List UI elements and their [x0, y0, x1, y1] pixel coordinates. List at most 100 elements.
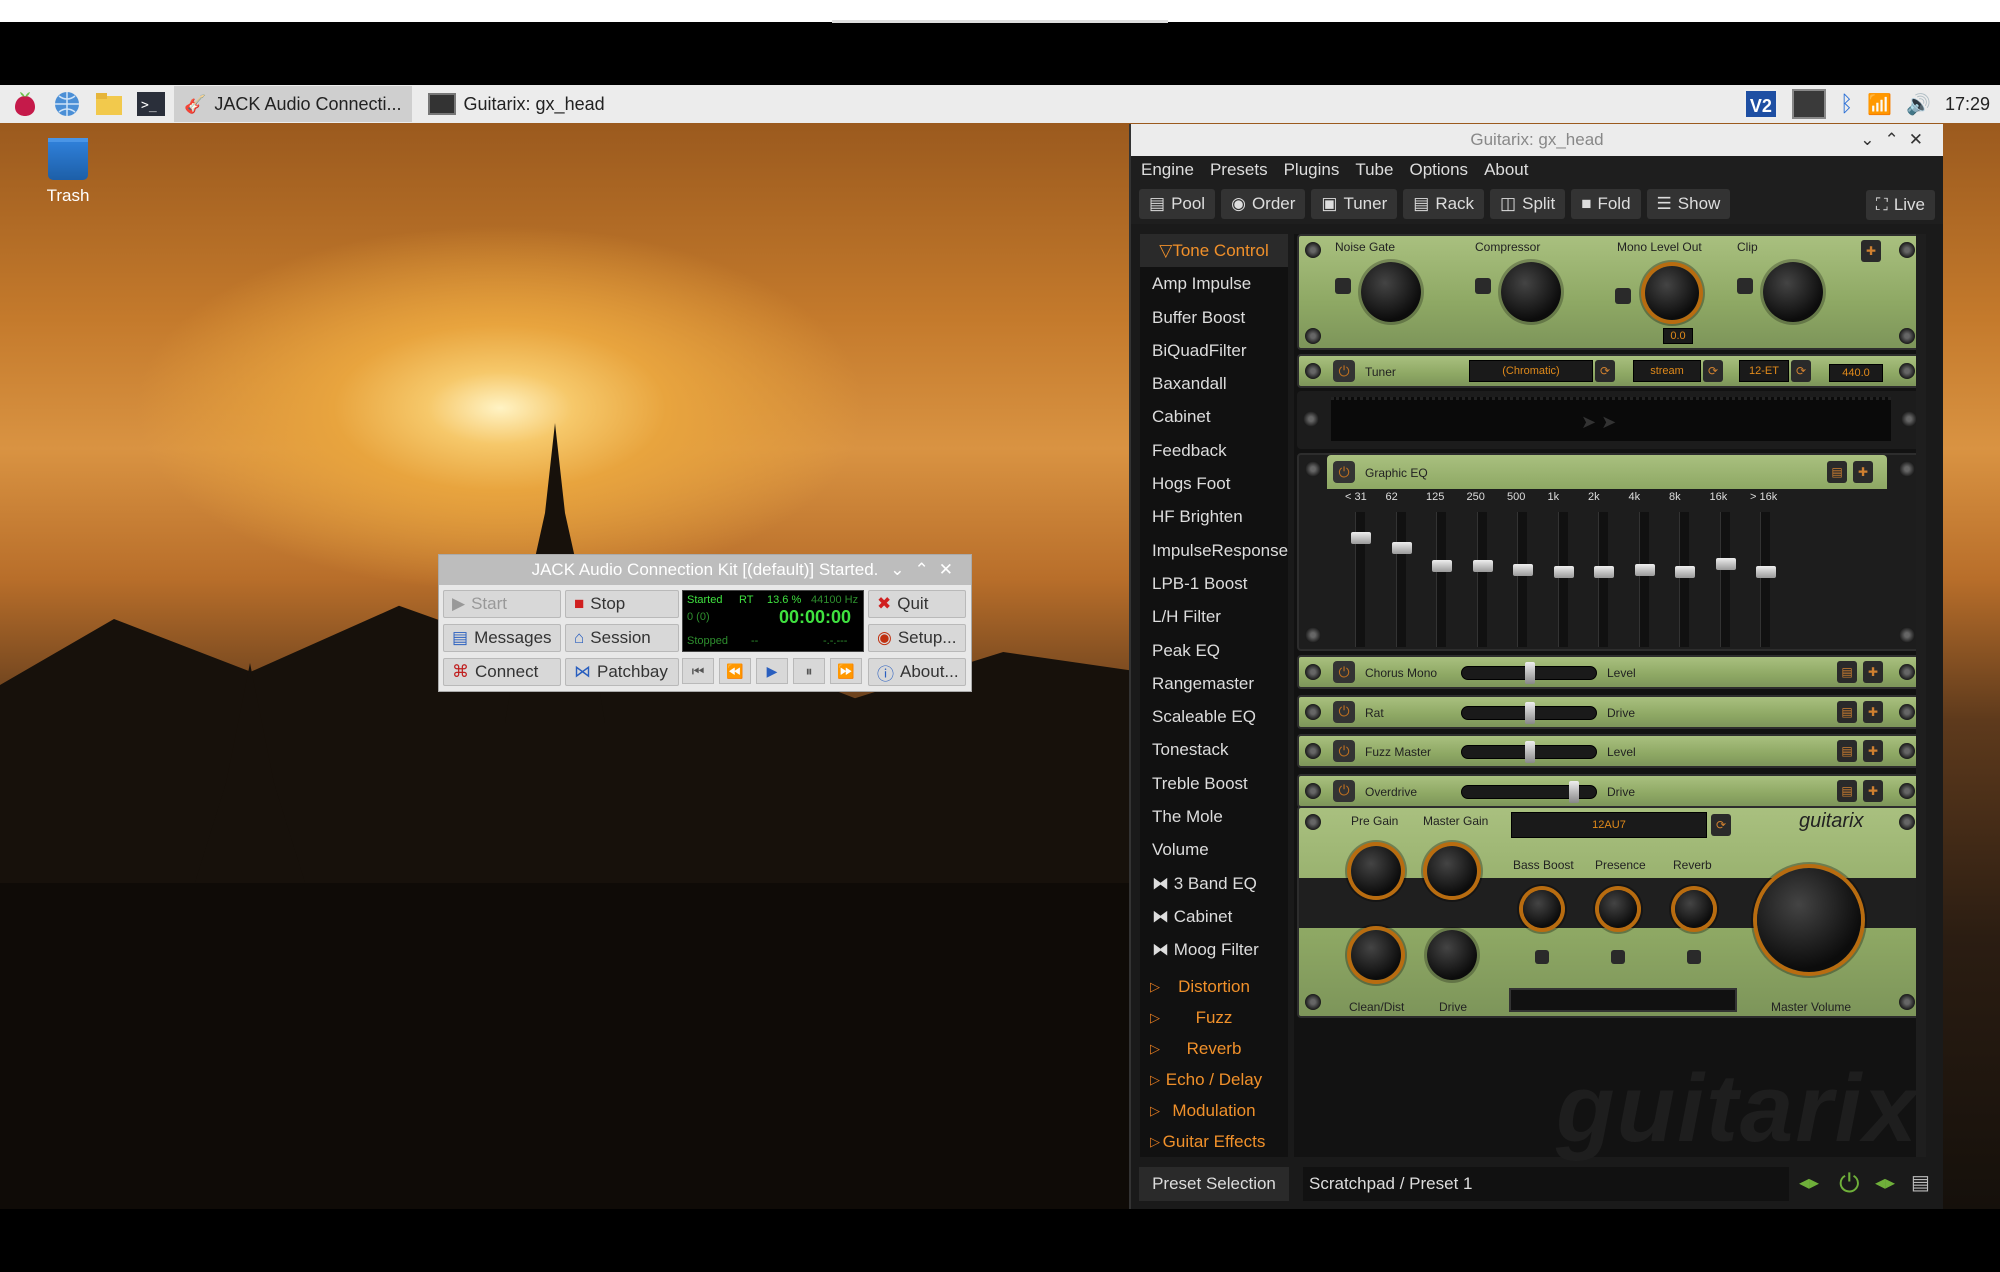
raspberry-menu-icon[interactable] [8, 89, 42, 119]
eq-fader[interactable] [1432, 512, 1452, 647]
split-button[interactable]: ◫ Split [1490, 189, 1566, 219]
rack-scrollbar[interactable] [1916, 234, 1926, 1157]
play-button[interactable]: ▶ [756, 658, 788, 684]
menu-about[interactable]: About [1484, 160, 1528, 180]
menu-icon[interactable]: ▤ [1911, 1170, 1930, 1195]
presence-toggle[interactable] [1611, 950, 1625, 964]
taskbar-guitarix[interactable]: Guitarix: gx_head [418, 86, 615, 122]
rack-button[interactable]: ▤ Rack [1403, 189, 1485, 219]
list-item[interactable]: Baxandall [1140, 367, 1288, 400]
preset-name-field[interactable]: Scratchpad / Preset 1 [1303, 1167, 1789, 1201]
rewind-start-button[interactable]: ⏮ [682, 658, 714, 684]
reference-pitch[interactable]: 440.0 [1829, 364, 1883, 382]
category-tone-control[interactable]: ▽Tone Control [1140, 234, 1288, 268]
preset-selection-button[interactable]: Preset Selection [1139, 1167, 1289, 1201]
taskbar-jack[interactable]: 🎸 JACK Audio Connecti... [174, 86, 412, 122]
maximize-icon[interactable]: ⌃ [1885, 130, 1909, 149]
bass-boost-knob[interactable] [1523, 890, 1561, 928]
volume-icon[interactable]: 🔊 [1906, 92, 1931, 117]
list-item[interactable]: Volume [1140, 833, 1288, 866]
effect-slider[interactable] [1461, 780, 1597, 803]
fold-button[interactable]: ■ Fold [1571, 189, 1641, 219]
eq-fader[interactable] [1715, 512, 1736, 647]
connect-button[interactable]: ⌘ Connect [443, 658, 561, 686]
bass-boost-toggle[interactable] [1535, 950, 1549, 964]
eq-fader[interactable] [1675, 512, 1695, 647]
menu-options[interactable]: Options [1409, 160, 1468, 180]
effect-preset-button[interactable]: ▤ [1837, 740, 1857, 762]
temperament-cycle[interactable]: ⟳ [1791, 360, 1811, 382]
forward-button[interactable]: ⏩ [830, 658, 862, 684]
clip-toggle[interactable] [1737, 278, 1753, 294]
category-echo-delay[interactable]: ▷ Echo / Delay [1140, 1064, 1288, 1095]
setup-button[interactable]: ◉ Setup... [868, 624, 966, 652]
drive-knob[interactable] [1427, 930, 1477, 980]
list-item-lv2[interactable]: ⧓ Moog Filter [1140, 933, 1288, 966]
effect-preset-button[interactable]: ▤ [1837, 700, 1857, 723]
session-button[interactable]: ⌂ Session [565, 624, 679, 652]
eq-fader[interactable] [1391, 512, 1412, 647]
noise-gate-toggle[interactable] [1335, 278, 1351, 294]
trash-desktop-icon[interactable]: Trash [38, 138, 98, 206]
maximize-icon[interactable]: ⌃ [915, 560, 939, 579]
pool-button[interactable]: ▤ Pool [1139, 189, 1216, 219]
effect-preset-button[interactable]: ▤ [1837, 661, 1857, 683]
wifi-icon[interactable]: 📶 [1867, 92, 1892, 117]
list-item[interactable]: Buffer Boost [1140, 301, 1288, 334]
category-reverb[interactable]: ▷ Reverb [1140, 1033, 1288, 1064]
minimize-icon[interactable]: ⌄ [890, 560, 914, 579]
eq-fader[interactable] [1594, 512, 1614, 647]
eq-fader[interactable] [1634, 512, 1655, 647]
list-item[interactable]: Hogs Foot [1140, 467, 1288, 500]
temperament-select[interactable]: 12-ET [1739, 360, 1789, 382]
mono-level-toggle[interactable] [1615, 288, 1631, 304]
eq-fader[interactable] [1351, 512, 1371, 647]
presence-knob[interactable] [1599, 890, 1637, 928]
effect-preset-button[interactable]: ▤ [1837, 779, 1857, 802]
effect-expand-button[interactable]: ✚ [1863, 779, 1883, 802]
compressor-knob[interactable] [1501, 262, 1561, 322]
noise-gate-knob[interactable] [1361, 262, 1421, 322]
show-button[interactable]: ☰ Show [1646, 189, 1731, 219]
quit-button[interactable]: ✖ Quit [868, 590, 966, 618]
list-item[interactable]: The Mole [1140, 800, 1288, 833]
tube-select[interactable]: 12AU7 [1511, 812, 1707, 838]
effect-slider[interactable] [1461, 662, 1597, 684]
messages-button[interactable]: ▤ Messages [443, 624, 561, 652]
list-item[interactable]: L/H Filter [1140, 600, 1288, 633]
category-distortion[interactable]: ▷ Distortion [1140, 971, 1288, 1002]
mono-level-knob[interactable] [1645, 266, 1699, 320]
tube-cycle[interactable]: ⟳ [1711, 814, 1731, 836]
reverb-toggle[interactable] [1687, 950, 1701, 964]
list-item[interactable]: Feedback [1140, 434, 1288, 467]
power-icon[interactable]: ⏻ [1839, 1168, 1860, 1200]
effect-slider[interactable] [1461, 701, 1597, 724]
effect-slider[interactable] [1461, 741, 1597, 763]
list-item[interactable]: Amp Impulse [1140, 267, 1288, 300]
pause-button[interactable]: ⏸ [793, 658, 825, 684]
tuner-mode-cycle[interactable]: ⟳ [1595, 360, 1615, 382]
menu-tube[interactable]: Tube [1355, 160, 1393, 180]
tuner-button[interactable]: ▣ Tuner [1311, 189, 1398, 219]
list-item-lv2[interactable]: ⧓ Cabinet [1140, 900, 1288, 933]
eq-fader[interactable] [1513, 512, 1533, 647]
jack-titlebar[interactable]: JACK Audio Connection Kit [(default)] St… [439, 555, 971, 585]
list-item[interactable]: Peak EQ [1140, 634, 1288, 667]
guitarix-tray-icon[interactable] [1791, 89, 1826, 119]
minimize-icon[interactable]: ⌄ [1860, 130, 1884, 149]
list-item[interactable]: Scaleable EQ [1140, 700, 1288, 733]
geq-expand-button[interactable]: ✚ [1853, 461, 1873, 483]
master-gain-knob[interactable] [1427, 846, 1477, 896]
vnc-icon[interactable]: V2 [1743, 89, 1778, 119]
reverb-knob[interactable] [1675, 890, 1713, 928]
file-manager-icon[interactable] [92, 89, 126, 119]
rewind-button[interactable]: ⏪ [719, 658, 751, 684]
expand-button[interactable]: ✚ [1861, 240, 1881, 262]
eq-fader[interactable] [1553, 512, 1574, 647]
clock[interactable]: 17:29 [1945, 94, 1990, 115]
list-item[interactable]: Rangemaster [1140, 667, 1288, 700]
effect-expand-button[interactable]: ✚ [1863, 700, 1883, 723]
effect-expand-button[interactable]: ✚ [1863, 661, 1883, 683]
effect-power-button[interactable]: ⏻ [1333, 779, 1355, 802]
category-modulation[interactable]: ▷ Modulation [1140, 1095, 1288, 1126]
